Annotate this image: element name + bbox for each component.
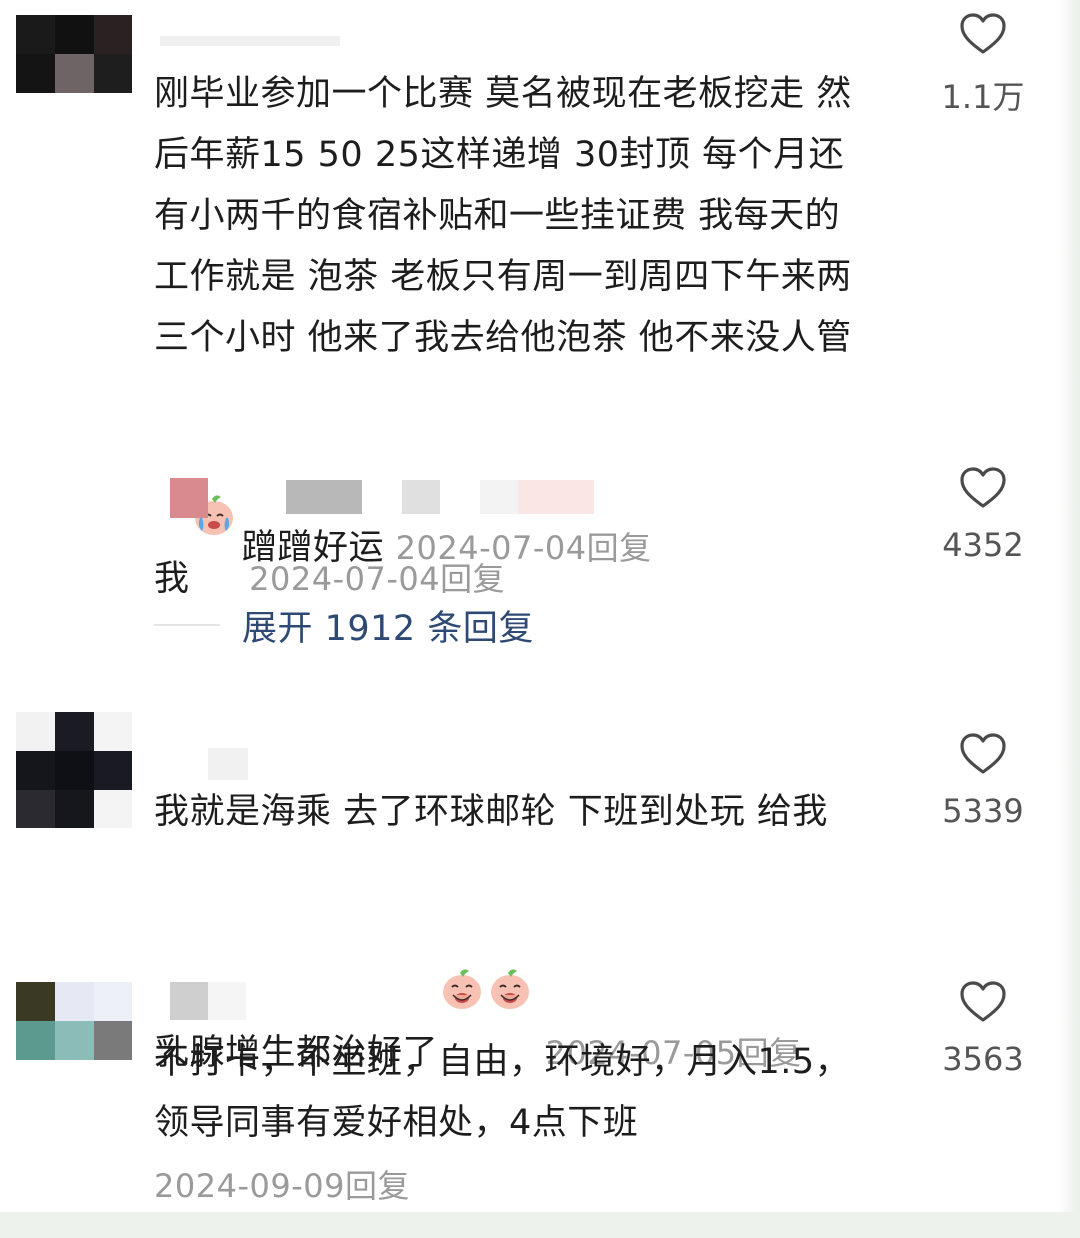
reply-text: 蹭蹭好运 2024-07-04回复: [242, 528, 652, 568]
crying-peach-emoji: [191, 369, 237, 535]
frame-edge-bottom: [0, 1212, 1080, 1238]
avatar[interactable]: [16, 15, 132, 93]
avatar[interactable]: [16, 982, 132, 1060]
comment-text: 不打卡，不坐班，自由，环境好，月入1.5， 领导同事有爱好相处，4点下班: [154, 1042, 851, 1143]
avatar[interactable]: [16, 712, 132, 828]
reply-user-blurred[interactable]: [170, 478, 640, 518]
heart-outline-icon[interactable]: [959, 980, 1007, 1024]
like-button[interactable]: 5339: [928, 732, 1038, 830]
frame-edge-right: [1058, 0, 1080, 1238]
like-count: 1.1万: [941, 78, 1025, 116]
snickering-peach-emoji: [439, 843, 485, 1009]
snickering-peach-emoji: [487, 843, 533, 1009]
like-button[interactable]: 1.1万: [928, 12, 1038, 118]
reply-button[interactable]: 回复: [587, 529, 652, 567]
username-blurred[interactable]: [160, 30, 340, 50]
expand-replies-label[interactable]: 展开 1912 条回复: [242, 600, 534, 651]
like-count: 4352: [942, 526, 1024, 564]
comment-date: 2024-09-09: [154, 1167, 345, 1205]
comment-meta: 2024-09-09回复: [154, 1156, 654, 1217]
expand-replies[interactable]: 展开 1912 条回复: [154, 600, 534, 650]
heart-outline-icon[interactable]: [959, 466, 1007, 510]
divider: [154, 624, 220, 626]
like-button[interactable]: 4352: [928, 466, 1038, 564]
like-count: 3563: [942, 1040, 1024, 1078]
heart-outline-icon[interactable]: [959, 12, 1007, 56]
username-blurred[interactable]: [208, 748, 248, 780]
comment-3: 不打卡，不坐班，自由，环境好，月入1.5， 领导同事有爱好相处，4点下班 202…: [0, 960, 1058, 1210]
username-blurred[interactable]: [170, 982, 250, 1020]
comment-1: 刚毕业参加一个比赛 莫名被现在老板挖走 然 后年薪15 50 25这样递增 30…: [0, 0, 1058, 680]
like-count: 5339: [942, 792, 1024, 830]
reply-date: 2024-07-04: [395, 529, 587, 567]
reply-button[interactable]: 回复: [345, 1167, 410, 1205]
comment-2: 我就是海乘 去了环球邮轮 下班到处玩 给我 乳腺增生都治好了 2024-07-0…: [0, 700, 1058, 1073]
like-button[interactable]: 3563: [928, 980, 1038, 1078]
heart-outline-icon[interactable]: [959, 732, 1007, 776]
